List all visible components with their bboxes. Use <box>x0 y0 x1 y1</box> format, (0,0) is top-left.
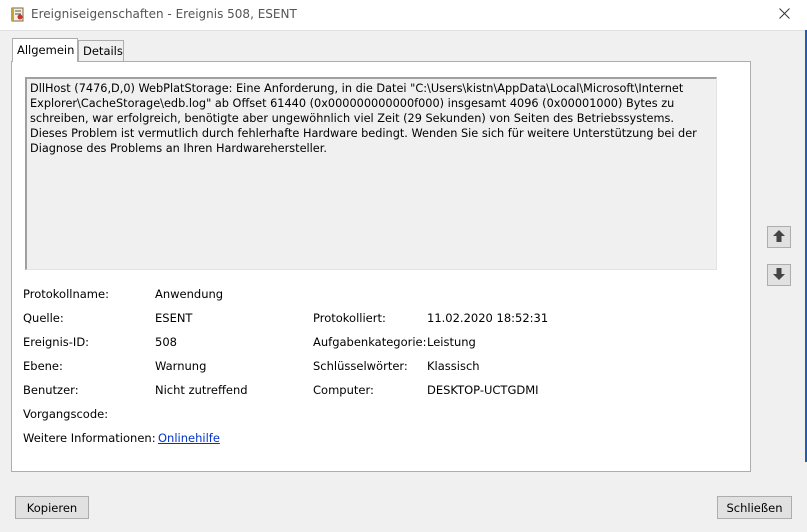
vorgangscode-label: Vorgangscode: <box>23 407 109 421</box>
title-bar: Ereigniseigenschaften - Ereignis 508, ES… <box>0 0 807 31</box>
computer-value: DESKTOP-UCTGDMI <box>427 383 539 397</box>
quelle-value: ESENT <box>155 311 193 325</box>
benutzer-value: Nicht zutreffend <box>155 383 248 397</box>
aufgabenkategorie-label: Aufgabenkategorie: <box>313 335 427 349</box>
protokolliert-label: Protokolliert: <box>313 311 386 325</box>
tab-panel-general: DllHost (7476,D,0) WebPlatStorage: Eine … <box>11 61 751 472</box>
tab-details[interactable]: Details <box>78 40 124 61</box>
schluesselwoerter-value: Klassisch <box>427 359 480 373</box>
copy-button[interactable]: Kopieren <box>15 496 89 519</box>
event-description[interactable]: DllHost (7476,D,0) WebPlatStorage: Eine … <box>25 77 717 270</box>
arrow-down-icon <box>772 267 786 284</box>
computer-label: Computer: <box>313 383 374 397</box>
tab-allgemein[interactable]: Allgemein <box>12 38 78 62</box>
protokolliert-value: 11.02.2020 18:52:31 <box>427 311 549 325</box>
protokollname-value: Anwendung <box>155 287 224 301</box>
close-button[interactable] <box>761 0 807 30</box>
ebene-value: Warnung <box>155 359 207 373</box>
ereignis-id-label: Ereignis-ID: <box>23 335 90 349</box>
previous-event-button[interactable] <box>767 226 791 248</box>
quelle-label: Quelle: <box>23 311 64 325</box>
ereignis-id-value: 508 <box>155 335 177 349</box>
onlinehilfe-link[interactable]: Onlinehilfe <box>158 431 220 445</box>
close-dialog-button[interactable]: Schließen <box>717 496 792 519</box>
ebene-label: Ebene: <box>23 359 63 373</box>
window-title: Ereigniseigenschaften - Ereignis 508, ES… <box>31 7 297 21</box>
next-event-button[interactable] <box>767 264 791 286</box>
close-icon <box>778 8 790 22</box>
benutzer-label: Benutzer: <box>23 383 79 397</box>
schluesselwoerter-label: Schlüsselwörter: <box>313 359 408 373</box>
protokollname-label: Protokollname: <box>23 287 109 301</box>
event-viewer-icon <box>10 7 25 22</box>
arrow-up-icon <box>772 229 786 246</box>
weitere-informationen-label: Weitere Informationen: <box>23 431 156 445</box>
aufgabenkategorie-value: Leistung <box>427 335 476 349</box>
